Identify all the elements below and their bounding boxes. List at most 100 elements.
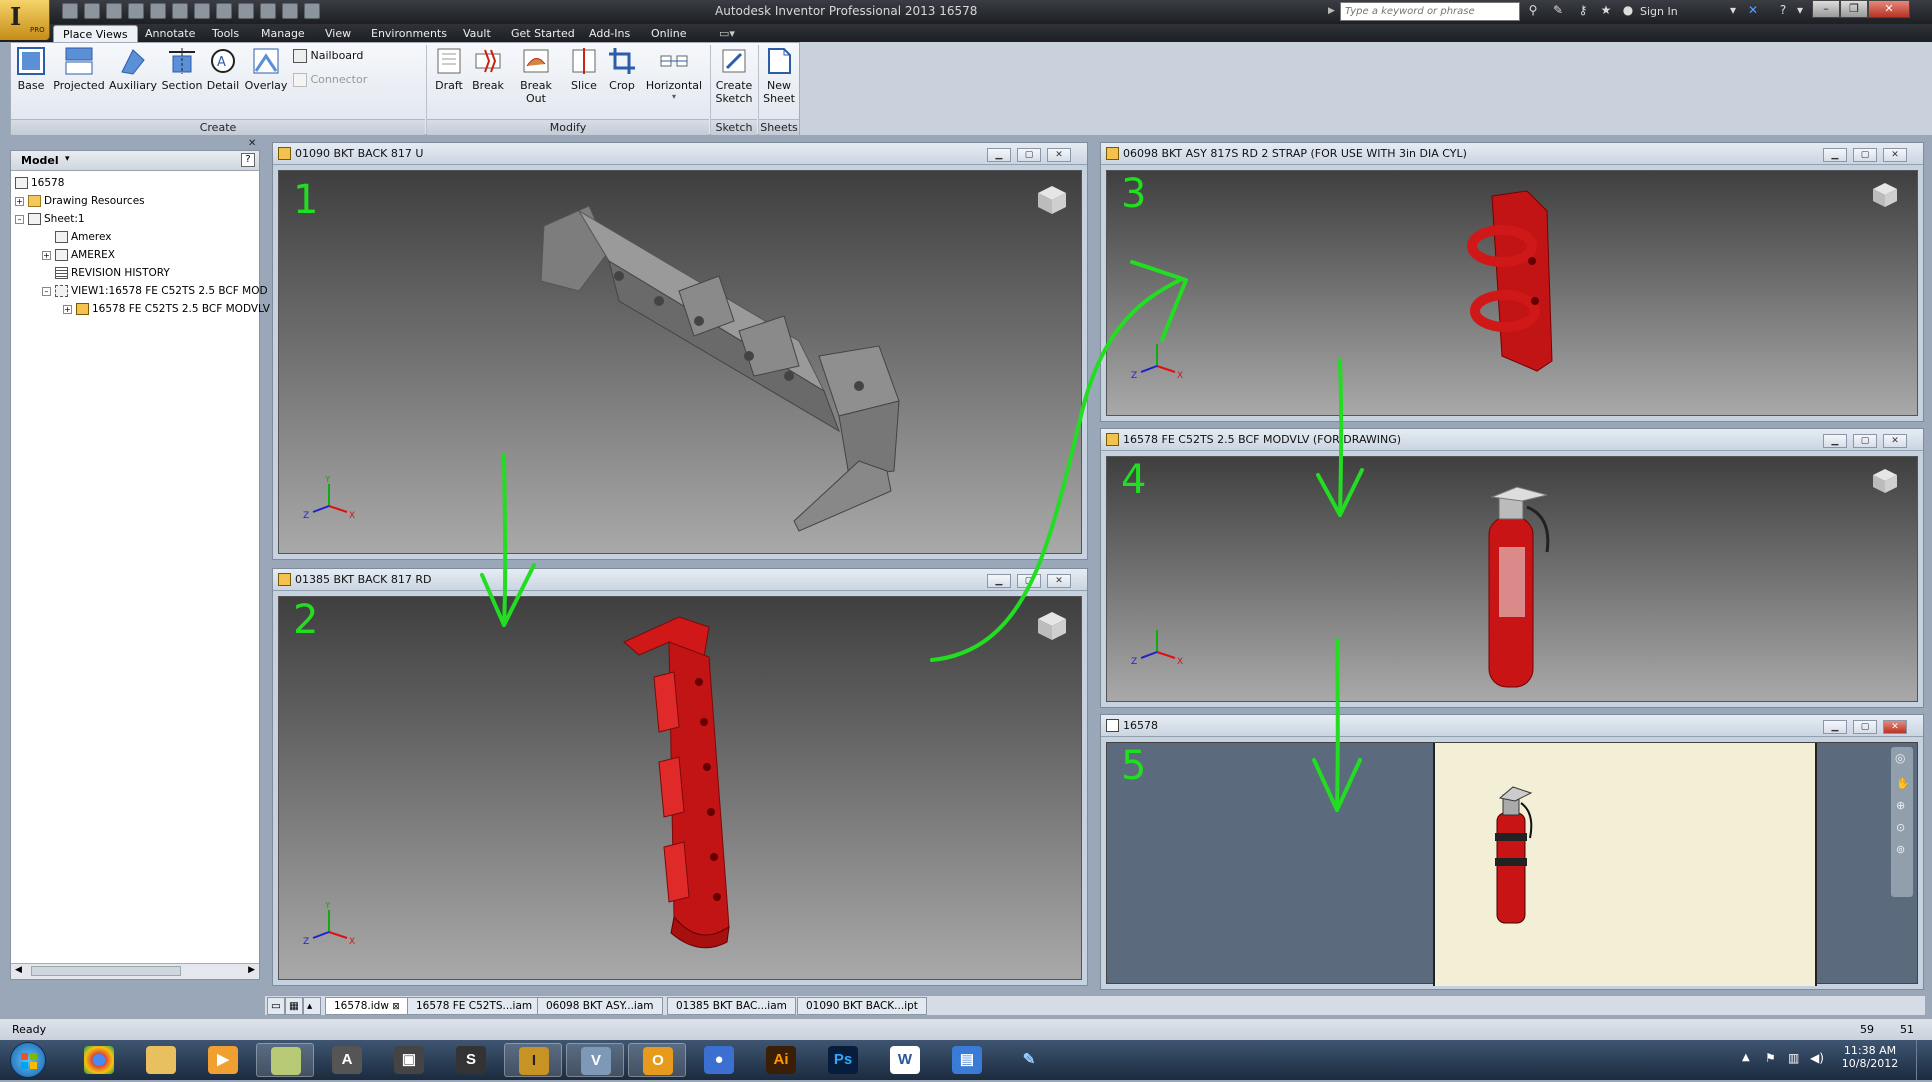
tab-close-icon[interactable]: ⊠ (392, 1002, 400, 1012)
doc-close-button[interactable]: ✕ (1883, 720, 1907, 734)
save-icon[interactable] (106, 3, 122, 19)
break-button[interactable]: Break (471, 46, 505, 92)
expand-icon[interactable]: + (15, 196, 24, 206)
viewcube-icon[interactable] (1871, 181, 1905, 215)
tree-item-sheet[interactable]: – Sheet:1 (15, 211, 85, 227)
binoculars-icon[interactable]: ⚲ (1525, 3, 1541, 19)
taskbar-word[interactable]: W (876, 1043, 934, 1077)
return-icon[interactable] (194, 3, 210, 19)
zoom-icon[interactable]: ⊕ (1896, 799, 1905, 812)
taskbar-app-a[interactable]: A (318, 1043, 376, 1077)
tab-get-started[interactable]: Get Started (502, 25, 584, 42)
star-icon[interactable]: ★ (1598, 3, 1614, 19)
exchange-icon[interactable]: ✕ (1745, 3, 1761, 19)
toolbar-dropdown-icon[interactable] (304, 3, 320, 19)
tree-item-amerex-border[interactable]: Amerex (55, 229, 111, 245)
scroll-thumb[interactable] (31, 966, 181, 976)
taskbar-messenger[interactable]: ● (690, 1043, 748, 1077)
doc-tab-01090-ipt[interactable]: 01090 BKT BACK...ipt (797, 997, 927, 1015)
doc-minimize-button[interactable]: ▁ (1823, 434, 1847, 448)
sign-in-link[interactable]: Sign In (1640, 5, 1678, 18)
tab-view[interactable]: View (316, 25, 360, 42)
open-icon[interactable] (84, 3, 100, 19)
horizontal-button[interactable]: Horizontal ▾ (643, 46, 705, 101)
tab-tools[interactable]: Tools (203, 25, 248, 42)
scroll-left-icon[interactable]: ◀ (15, 965, 22, 975)
tree-item-revision-history[interactable]: REVISION HISTORY (55, 265, 170, 281)
restore-button[interactable]: ❐ (1840, 0, 1868, 18)
network-icon[interactable]: ▥ (1788, 1051, 1799, 1065)
taskbar-media-player[interactable]: ▶ (194, 1043, 252, 1077)
tab-online[interactable]: Online (642, 25, 695, 42)
new-sheet-button[interactable]: New Sheet (759, 46, 799, 105)
taskbar-notes[interactable] (256, 1043, 314, 1077)
tab-manage[interactable]: Manage (252, 25, 314, 42)
flag-icon[interactable]: ⚑ (1765, 1051, 1776, 1065)
tab-place-views[interactable]: Place Views (53, 25, 138, 42)
volume-icon[interactable]: ◀) (1810, 1051, 1824, 1065)
doc-maximize-button[interactable]: ▢ (1853, 434, 1877, 448)
chevron-down-icon[interactable]: ▾ (1725, 3, 1741, 19)
projected-view-button[interactable]: Projected (53, 46, 105, 92)
nailboard-button[interactable]: Nailboard (293, 49, 363, 63)
doc-window-2[interactable]: 01385 BKT BACK 817 RD ▁ ▢ ✕ X Z Y 2 (272, 568, 1088, 986)
taskbar-vault[interactable]: V (566, 1043, 624, 1077)
taskbar-chrome[interactable] (70, 1043, 128, 1077)
close-button[interactable]: ✕ (1868, 0, 1910, 18)
expand-icon[interactable]: + (42, 250, 51, 260)
zoom-window-icon[interactable]: ⊙ (1896, 821, 1905, 834)
chevron-down-icon[interactable]: ▾ (65, 154, 70, 164)
search-expand-icon[interactable]: ▶ (1328, 6, 1335, 16)
doc-maximize-button[interactable]: ▢ (1853, 720, 1877, 734)
tab-annotate[interactable]: Annotate (136, 25, 204, 42)
crop-button[interactable]: Crop (605, 46, 639, 92)
tab-add-ins[interactable]: Add-Ins (580, 25, 639, 42)
update-icon[interactable] (216, 3, 232, 19)
select-icon[interactable] (238, 3, 254, 19)
viewcube-icon[interactable] (1035, 183, 1069, 217)
connector-button[interactable]: Connector (293, 73, 367, 87)
search-input[interactable]: Type a keyword or phrase (1340, 2, 1520, 21)
taskbar-outlook[interactable]: O (628, 1043, 686, 1077)
minimize-button[interactable]: – (1812, 0, 1840, 18)
tree-item-view1[interactable]: – VIEW1:16578 FE C52TS 2.5 BCF MOD (42, 283, 268, 299)
taskbar-remote-desktop[interactable]: ▤ (938, 1043, 996, 1077)
doc-tab-01385-iam[interactable]: 01385 BKT BAC...iam (667, 997, 796, 1015)
detail-view-button[interactable]: A Detail (205, 46, 241, 92)
taskbar-explorer[interactable] (132, 1043, 190, 1077)
base-view-button[interactable]: Base (15, 46, 47, 92)
overlay-view-button[interactable]: Overlay (243, 46, 289, 92)
wrench-icon[interactable]: ✎ (1550, 3, 1566, 19)
expand-icon[interactable]: + (63, 304, 72, 314)
doc-maximize-button[interactable]: ▢ (1017, 148, 1041, 162)
taskbar-app-feather[interactable]: ✎ (1000, 1043, 1058, 1077)
viewcube-icon[interactable] (1871, 467, 1905, 501)
start-button[interactable] (10, 1042, 46, 1078)
tile-icon[interactable]: ▦ (285, 997, 303, 1015)
doc-tab-06098-iam[interactable]: 06098 BKT ASY...iam (537, 997, 663, 1015)
draft-view-button[interactable]: Draft (431, 46, 467, 92)
undo-icon[interactable] (128, 3, 144, 19)
scroll-right-icon[interactable]: ▶ (248, 965, 255, 975)
application-menu-button[interactable]: I PRO (0, 0, 50, 40)
collapse-icon[interactable]: – (42, 286, 51, 296)
taskbar-app-b[interactable]: ▣ (380, 1043, 438, 1077)
doc-window-1[interactable]: 01090 BKT BACK 817 U ▁ ▢ ✕ X Z Y 1 (272, 142, 1088, 560)
viewcube-icon[interactable] (1035, 609, 1069, 643)
pan-icon[interactable]: ✋ (1896, 777, 1910, 790)
create-sketch-button[interactable]: Create Sketch (713, 46, 755, 105)
tab-vault[interactable]: Vault (454, 25, 500, 42)
browser-close-icon[interactable]: ✕ (248, 138, 256, 149)
taskbar-photoshop[interactable]: Ps (814, 1043, 872, 1077)
tray-expand-icon[interactable]: ▲ (1742, 1052, 1750, 1063)
tree-item-root[interactable]: 16578 (15, 175, 64, 191)
key-icon[interactable]: ⚷ (1575, 3, 1591, 19)
help-icon[interactable]: ? (1775, 3, 1791, 19)
doc-maximize-button[interactable]: ▢ (1017, 574, 1041, 588)
cascade-icon[interactable]: ▭ (267, 997, 285, 1015)
doc-minimize-button[interactable]: ▁ (1823, 720, 1847, 734)
doc-close-button[interactable]: ✕ (1883, 148, 1907, 162)
help-dropdown-icon[interactable]: ▾ (1792, 3, 1808, 19)
measure-icon[interactable] (260, 3, 276, 19)
print-icon[interactable] (172, 3, 188, 19)
